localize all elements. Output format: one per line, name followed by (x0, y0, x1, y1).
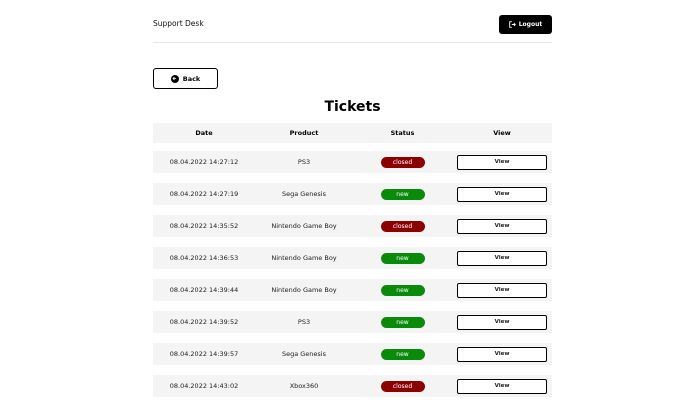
ticket-product: Sega Genesis (281, 350, 327, 358)
ticket-date: 08.04.2022 14:39:52 (169, 318, 239, 326)
page-title: Tickets (324, 99, 381, 115)
view-button[interactable]: View (457, 282, 547, 298)
ticket-date: 08.04.2022 14:35:52 (169, 222, 239, 230)
back-label: Back (182, 74, 201, 83)
status-badge: new (380, 252, 425, 264)
ticket-product: Nintendo Game Boy (271, 222, 337, 230)
view-button[interactable]: View (457, 378, 547, 394)
ticket-product: Nintendo Game Boy (271, 286, 337, 294)
status-badge: new (380, 316, 425, 328)
view-button[interactable]: View (457, 218, 547, 234)
status-badge: closed (380, 156, 425, 168)
ticket-product: PS3 (297, 158, 311, 166)
table-row: 08.04.2022 14:35:52 Nintendo Game Boy cl… (153, 215, 552, 237)
table-row: 08.04.2022 14:39:44 Nintendo Game Boy ne… (153, 279, 552, 301)
view-button[interactable]: View (457, 186, 547, 202)
ticket-date: 08.04.2022 14:39:57 (169, 350, 239, 358)
table-row: 08.04.2022 14:39:52 PS3 new View (153, 311, 552, 333)
status-badge: closed (380, 380, 425, 392)
column-header-view: View (493, 129, 511, 137)
table-row: 08.04.2022 14:27:19 Sega Genesis new Vie… (153, 183, 552, 205)
back-button[interactable]: Back (153, 68, 218, 89)
ticket-date: 08.04.2022 14:27:19 (169, 190, 239, 198)
view-button[interactable]: View (457, 154, 547, 170)
logout-button[interactable]: Logout (499, 15, 552, 34)
view-button[interactable]: View (457, 314, 547, 330)
ticket-date: 08.04.2022 14:39:44 (169, 286, 239, 294)
ticket-date: 08.04.2022 14:27:12 (169, 158, 239, 166)
column-header-status: Status (390, 129, 415, 137)
table-row: 08.04.2022 14:27:12 PS3 closed View (153, 151, 552, 173)
column-header-date: Date (195, 129, 213, 137)
logout-icon (508, 21, 516, 28)
ticket-date: 08.04.2022 14:36:53 (169, 254, 239, 262)
ticket-product: Sega Genesis (281, 190, 327, 198)
column-header-product: Product (289, 129, 319, 137)
table-row: 08.04.2022 14:43:02 Xbox360 closed View (153, 375, 552, 397)
status-badge: new (380, 348, 425, 360)
brand-title: Support Desk (153, 19, 204, 28)
ticket-date: 08.04.2022 14:43:02 (169, 382, 239, 390)
header: Support Desk Logout (153, 0, 552, 43)
ticket-product: Nintendo Game Boy (271, 254, 337, 262)
status-badge: new (380, 188, 425, 200)
table-row: 08.04.2022 14:39:57 Sega Genesis new Vie… (153, 343, 552, 365)
logout-label: Logout (518, 21, 543, 28)
ticket-product: PS3 (297, 318, 311, 326)
status-badge: closed (380, 220, 425, 232)
ticket-product: Xbox360 (289, 382, 319, 390)
status-badge: new (380, 284, 425, 296)
arrow-left-icon (170, 74, 179, 83)
table-header: Date Product Status View (153, 123, 552, 143)
view-button[interactable]: View (457, 250, 547, 266)
table-row: 08.04.2022 14:36:53 Nintendo Game Boy ne… (153, 247, 552, 269)
view-button[interactable]: View (457, 346, 547, 362)
